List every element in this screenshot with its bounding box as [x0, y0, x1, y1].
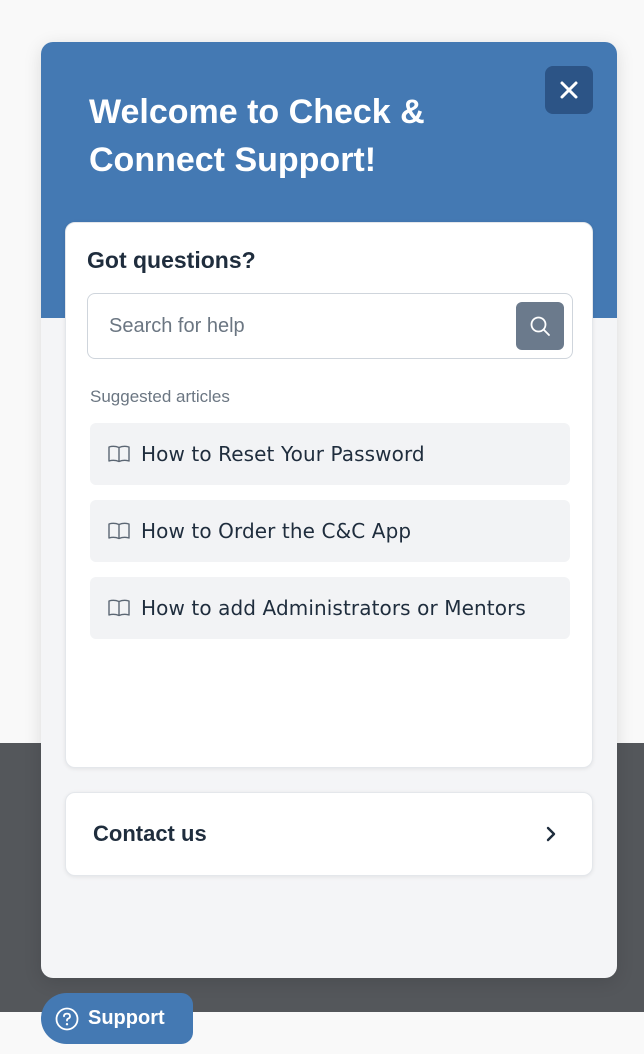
- support-widget: Welcome to Check & Connect Support! Got …: [41, 42, 617, 978]
- contact-us-label: Contact us: [93, 821, 207, 846]
- help-card: Got questions? Suggested articles How to…: [65, 222, 593, 768]
- close-icon: [560, 81, 578, 99]
- card-heading: Got questions?: [87, 247, 256, 273]
- article-item-order-app[interactable]: How to Order the C&C App: [90, 500, 570, 562]
- book-icon: [108, 597, 130, 619]
- chevron-right-icon: [546, 826, 556, 842]
- search-box: [87, 293, 573, 359]
- contact-us-button[interactable]: Contact us: [65, 792, 593, 876]
- article-label: How to Reset Your Password: [141, 442, 425, 466]
- article-label: How to Order the C&C App: [141, 519, 412, 543]
- article-item-reset-password[interactable]: How to Reset Your Password: [90, 423, 570, 485]
- close-button[interactable]: [545, 66, 593, 114]
- help-circle-icon: [55, 1007, 79, 1030]
- widget-title: Welcome to Check & Connect Support!: [89, 93, 425, 179]
- article-list: How to Reset Your Password How to Order …: [90, 423, 570, 654]
- book-icon: [108, 443, 130, 465]
- support-launcher-label: Support: [88, 1007, 165, 1029]
- book-icon: [108, 520, 130, 542]
- suggested-articles-label: Suggested articles: [90, 387, 230, 406]
- search-icon: [530, 316, 550, 336]
- article-item-add-administrators[interactable]: How to add Administrators or Mentors: [90, 577, 570, 639]
- search-button[interactable]: [516, 302, 564, 350]
- support-launcher-button[interactable]: Support: [41, 993, 193, 1044]
- article-label: How to add Administrators or Mentors: [141, 596, 526, 620]
- search-input[interactable]: [88, 294, 508, 358]
